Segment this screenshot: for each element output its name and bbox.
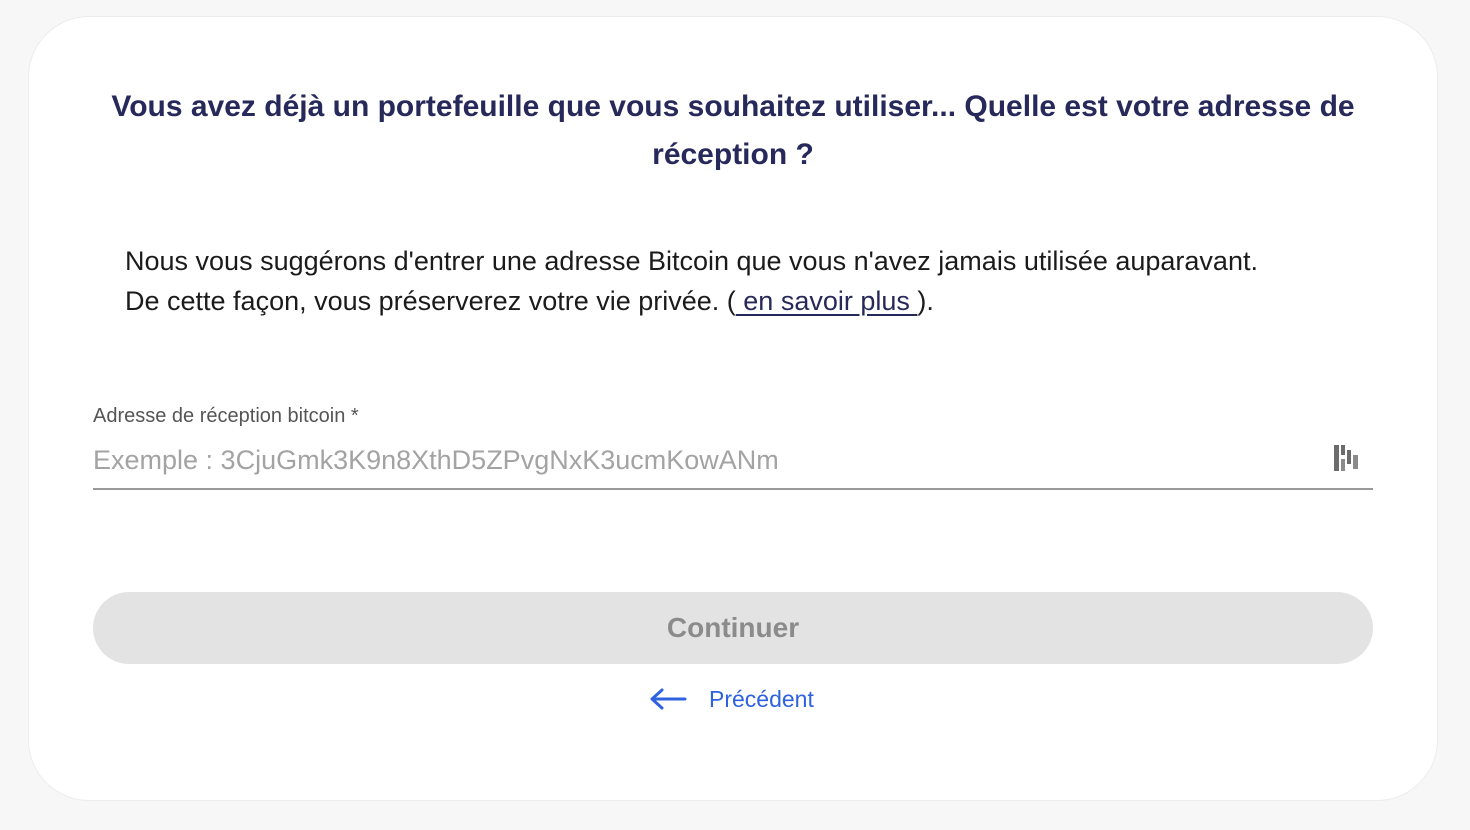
address-input[interactable] [93, 435, 1313, 485]
continue-button[interactable]: Continuer [93, 592, 1373, 664]
address-field-label: Adresse de réception bitcoin * [93, 405, 359, 427]
arrow-left-icon [649, 687, 687, 711]
address-card: Vous avez déjà un portefeuille que vous … [29, 17, 1437, 800]
page-title: Vous avez déjà un portefeuille que vous … [111, 90, 1355, 171]
description-text: Nous vous suggérons d'entrer une adresse… [125, 246, 1258, 316]
qr-scan-icon[interactable] [1333, 443, 1359, 473]
learn-more-link[interactable]: en savoir plus [736, 286, 918, 316]
back-label: Précédent [709, 685, 814, 712]
address-field: Adresse de réception bitcoin * [93, 405, 1373, 491]
privacy-description: Nous vous suggérons d'entrer une adresse… [125, 241, 1287, 321]
back-link[interactable]: Précédent [649, 683, 814, 715]
address-field-underline [93, 488, 1373, 490]
description-suffix: ). [917, 286, 934, 316]
